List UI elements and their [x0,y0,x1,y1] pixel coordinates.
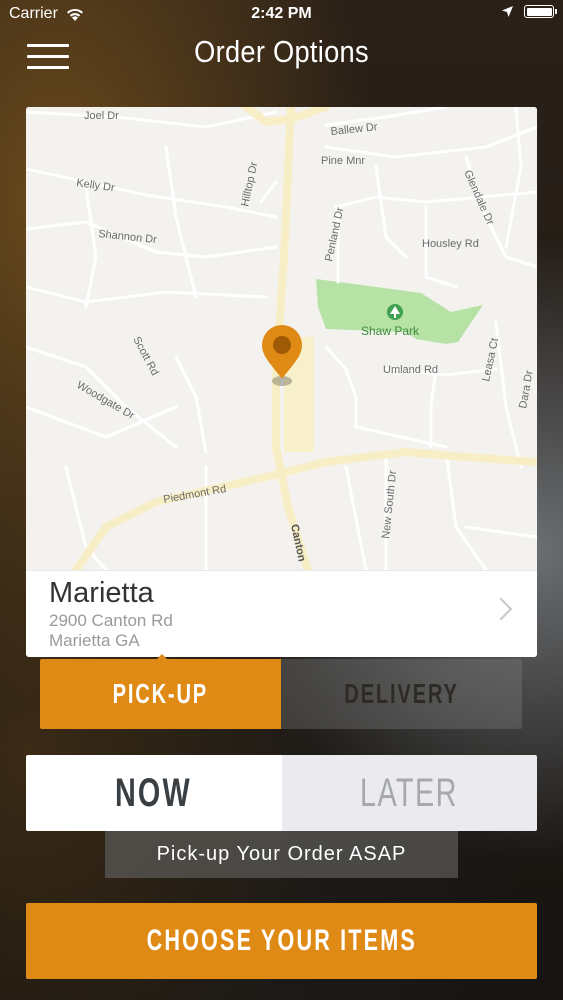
order-time-toggle: NOW LATER [26,755,537,831]
map-label-umland: Umland Rd [383,364,438,376]
map[interactable]: Joel Dr Ballew Dr Pine Mnr Hilltop Dr Ke… [26,107,537,570]
map-label-joel: Joel Dr [84,110,119,122]
store-name: Marietta [49,577,154,609]
store-address-line1: 2900 Canton Rd [49,611,173,630]
map-label-housley: Housley Rd [422,238,479,250]
map-label-shaw-park: Shaw Park [361,324,420,338]
delivery-button[interactable]: DELIVERY [281,659,522,729]
page-title: Order Options [194,34,369,69]
status-bar: Carrier 2:42 PM [0,0,563,30]
status-time: 2:42 PM [251,5,312,22]
location-card: Joel Dr Ballew Dr Pine Mnr Hilltop Dr Ke… [26,107,537,657]
now-label: NOW [115,770,193,815]
nav-bar: Order Options [0,30,563,80]
pickup-label: PICK-UP [112,678,209,709]
battery-fill [526,7,552,16]
location-arrow-icon [502,6,513,17]
later-button[interactable]: LATER [281,755,537,831]
status-right [501,5,557,18]
map-label-pine: Pine Mnr [321,155,365,167]
choose-items-label: CHOOSE YOUR ITEMS [146,924,417,957]
order-mode-toggle: PICK-UP DELIVERY [40,659,522,729]
later-label: LATER [360,770,459,815]
map-canvas: Joel Dr Ballew Dr Pine Mnr Hilltop Dr Ke… [26,107,537,570]
battery-icon [524,5,557,18]
store-address-line2: Marietta GA [49,631,140,650]
chevron-right-icon [489,597,513,621]
store-location-row[interactable]: Marietta 2900 Canton Rd Marietta GA [26,570,537,657]
choose-items-button[interactable]: CHOOSE YOUR ITEMS [26,903,537,979]
delivery-label: DELIVERY [344,678,459,709]
pickup-button[interactable]: PICK-UP [40,659,281,729]
pickup-hint: Pick-up Your Order ASAP [105,831,458,878]
now-button[interactable]: NOW [26,755,282,831]
